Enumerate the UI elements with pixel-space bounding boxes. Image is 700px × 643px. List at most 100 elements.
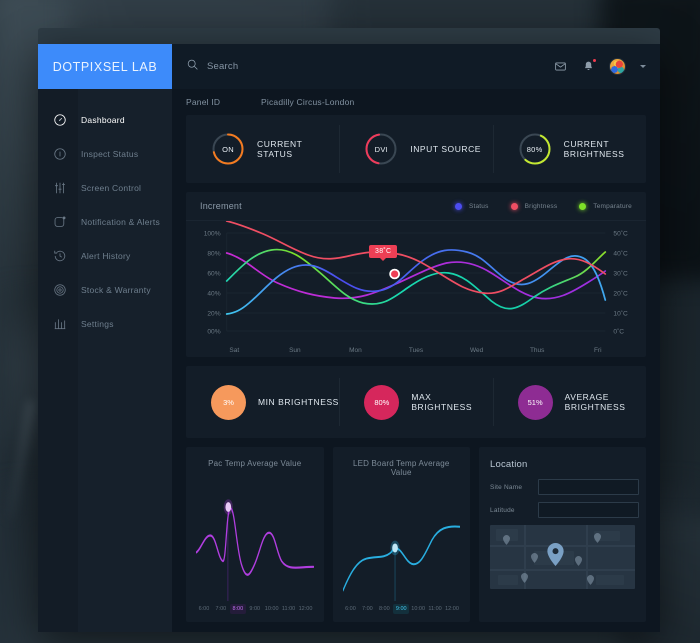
brightness-cell-min[interactable]: 3% MIN BRIGHTNESS [186, 366, 339, 438]
xaxis-tick: Fri [593, 346, 602, 354]
location-card: Location Site Name Latitude [479, 447, 646, 622]
legend-item-brightness[interactable]: Brightness [510, 202, 558, 210]
xaxis-tick: Sun [289, 346, 301, 354]
svg-text:0˚C: 0˚C [613, 328, 624, 336]
xaxis-tick: Tues [408, 346, 424, 354]
svg-text:100%: 100% [204, 231, 221, 238]
increment-chart-card: Increment Status Brightness Temparature … [186, 192, 646, 357]
clock-history-icon [52, 248, 68, 264]
status-cell-current-brightness[interactable]: 80% CURRENT BRIGHTNESS [492, 115, 646, 183]
bell-square-icon [52, 214, 68, 230]
xaxis-tick: 6:00 [345, 606, 356, 612]
svg-text:20%: 20% [207, 311, 220, 318]
svg-text:20˚C: 20˚C [613, 290, 628, 298]
topbar-icons [553, 57, 646, 75]
chevron-down-icon[interactable] [640, 65, 646, 68]
max-brightness-bubble: 80% [364, 384, 400, 420]
input-source-value: DVI [374, 144, 389, 154]
status-summary-card: ON CURRENT STATUS DVI INPUT SOURCE 80% C… [186, 115, 646, 183]
map-pin-icon [531, 553, 538, 563]
brand-logo[interactable]: DOTPIXSEL LAB [38, 44, 172, 89]
topbar [172, 44, 660, 89]
current-brightness-ring: 80% [518, 132, 552, 166]
input-source-label: INPUT SOURCE [410, 144, 482, 154]
map-pin-icon [587, 575, 594, 585]
current-status-label: CURRENT STATUS [257, 139, 303, 159]
xaxis-tick: Wed [469, 346, 484, 354]
search-icon [186, 58, 199, 76]
led-board-temp-chart-plot [342, 479, 460, 601]
current-brightness-value: 80% [526, 144, 543, 154]
increment-chart-plot: 100% 80% 60% 40% 20% 00% 50˚C 40˚C 30˚C 20˚C … [186, 221, 646, 343]
legend-label: Brightness [524, 202, 558, 210]
map-pin-icon [575, 556, 582, 566]
site-name-input[interactable] [538, 479, 639, 495]
latitude-input[interactable] [538, 502, 639, 518]
status-cell-input-source[interactable]: DVI INPUT SOURCE [339, 115, 492, 183]
latitude-label: Latitude [490, 506, 515, 514]
increment-chart-xaxis: Sat Sun Mon Tues Wed Thus Fri [186, 343, 646, 357]
panel-breadcrumb: Panel ID Picadilly Circus-London [172, 89, 660, 115]
sidebar-icon-rail [38, 89, 78, 632]
xaxis-tick: Mon [349, 346, 362, 354]
xaxis-tick: 11:00 [428, 606, 442, 612]
svg-text:60%: 60% [207, 271, 220, 278]
status-cell-current-status[interactable]: ON CURRENT STATUS [186, 115, 339, 183]
pac-temp-chart-plot [196, 470, 314, 601]
bell-icon[interactable] [581, 57, 597, 74]
legend-dot [454, 202, 462, 210]
xaxis-tick: 10:00 [411, 606, 426, 612]
min-brightness-value: 3% [223, 397, 234, 407]
led-board-temp-chart-xaxis: 6:00 7:00 8:00 9:00 10:00 11:00 12:00 [343, 604, 461, 614]
svg-text:00%: 00% [207, 329, 220, 336]
sidebar-item-label: Settings [81, 319, 114, 329]
pac-temp-chart-xaxis: 6:00 7:00 8:00 9:00 10:00 11:00 12:00 [196, 604, 314, 614]
current-status-ring: ON [211, 132, 245, 166]
xaxis-tick: 12:00 [298, 606, 313, 612]
max-brightness-value: 80% [374, 397, 390, 407]
site-name-field-row: Site Name [490, 479, 639, 495]
brightness-summary-card: 3% MIN BRIGHTNESS 80% MAX BRIGHTNESS 51%… [186, 366, 646, 438]
target-icon [52, 282, 68, 298]
xaxis-tick: 6:00 [198, 606, 210, 612]
max-brightness-label: MAX BRIGHTNESS [411, 392, 473, 412]
map-pin-icon [521, 573, 528, 583]
avatar[interactable] [609, 58, 626, 75]
xaxis-tick: Sat [229, 346, 240, 354]
search-box[interactable] [186, 58, 545, 76]
bar-chart-icon [52, 316, 68, 332]
location-map[interactable] [490, 525, 635, 589]
search-input[interactable] [207, 61, 407, 72]
xaxis-tick: 11:00 [281, 606, 296, 612]
notification-badge [592, 57, 597, 63]
xaxis-tick: 8:00 [378, 606, 390, 612]
xaxis-tick-active: 8:00 [229, 604, 246, 614]
map-pin-active-icon[interactable] [547, 543, 564, 566]
min-brightness-bubble: 3% [211, 384, 246, 420]
content: ON CURRENT STATUS DVI INPUT SOURCE 80% C… [172, 115, 660, 632]
mail-icon[interactable] [553, 60, 567, 74]
svg-text:50˚C: 50˚C [613, 230, 628, 238]
average-brightness-value: 51% [527, 397, 543, 407]
led-board-temp-chart-title: LED Board Temp Average Value [352, 459, 450, 477]
brightness-cell-average[interactable]: 51% AVERAGE BRIGHTNESS [492, 366, 646, 438]
legend-label: Temparature [593, 202, 632, 210]
bottom-row: Pac Temp Average Value 6:00 7:00 8:00 9:… [186, 447, 646, 622]
average-brightness-label: AVERAGE BRIGHTNESS [564, 392, 626, 412]
panel-id-label: Panel ID [186, 97, 221, 107]
legend-item-temparature[interactable]: Temparature [579, 202, 632, 210]
current-brightness-label: CURRENT BRIGHTNESS [563, 139, 625, 159]
average-brightness-bubble: 51% [517, 384, 553, 420]
sidebar-item-label: Screen Control [81, 183, 142, 193]
xaxis-tick: Thus [529, 346, 545, 354]
svg-text:40%: 40% [207, 291, 220, 298]
sidebar-item-label: Alert History [81, 251, 131, 261]
xaxis-tick-active: 9:00 [393, 604, 410, 614]
location-title: Location [490, 459, 528, 470]
sidebar-item-label: Notification & Alerts [81, 217, 160, 227]
chart-tooltip: 38˚C [369, 245, 398, 258]
legend-label: Status [468, 202, 489, 210]
brightness-cell-max[interactable]: 80% MAX BRIGHTNESS [339, 366, 492, 438]
legend-item-status[interactable]: Status [454, 202, 489, 210]
increment-chart-title: Increment [200, 201, 242, 211]
